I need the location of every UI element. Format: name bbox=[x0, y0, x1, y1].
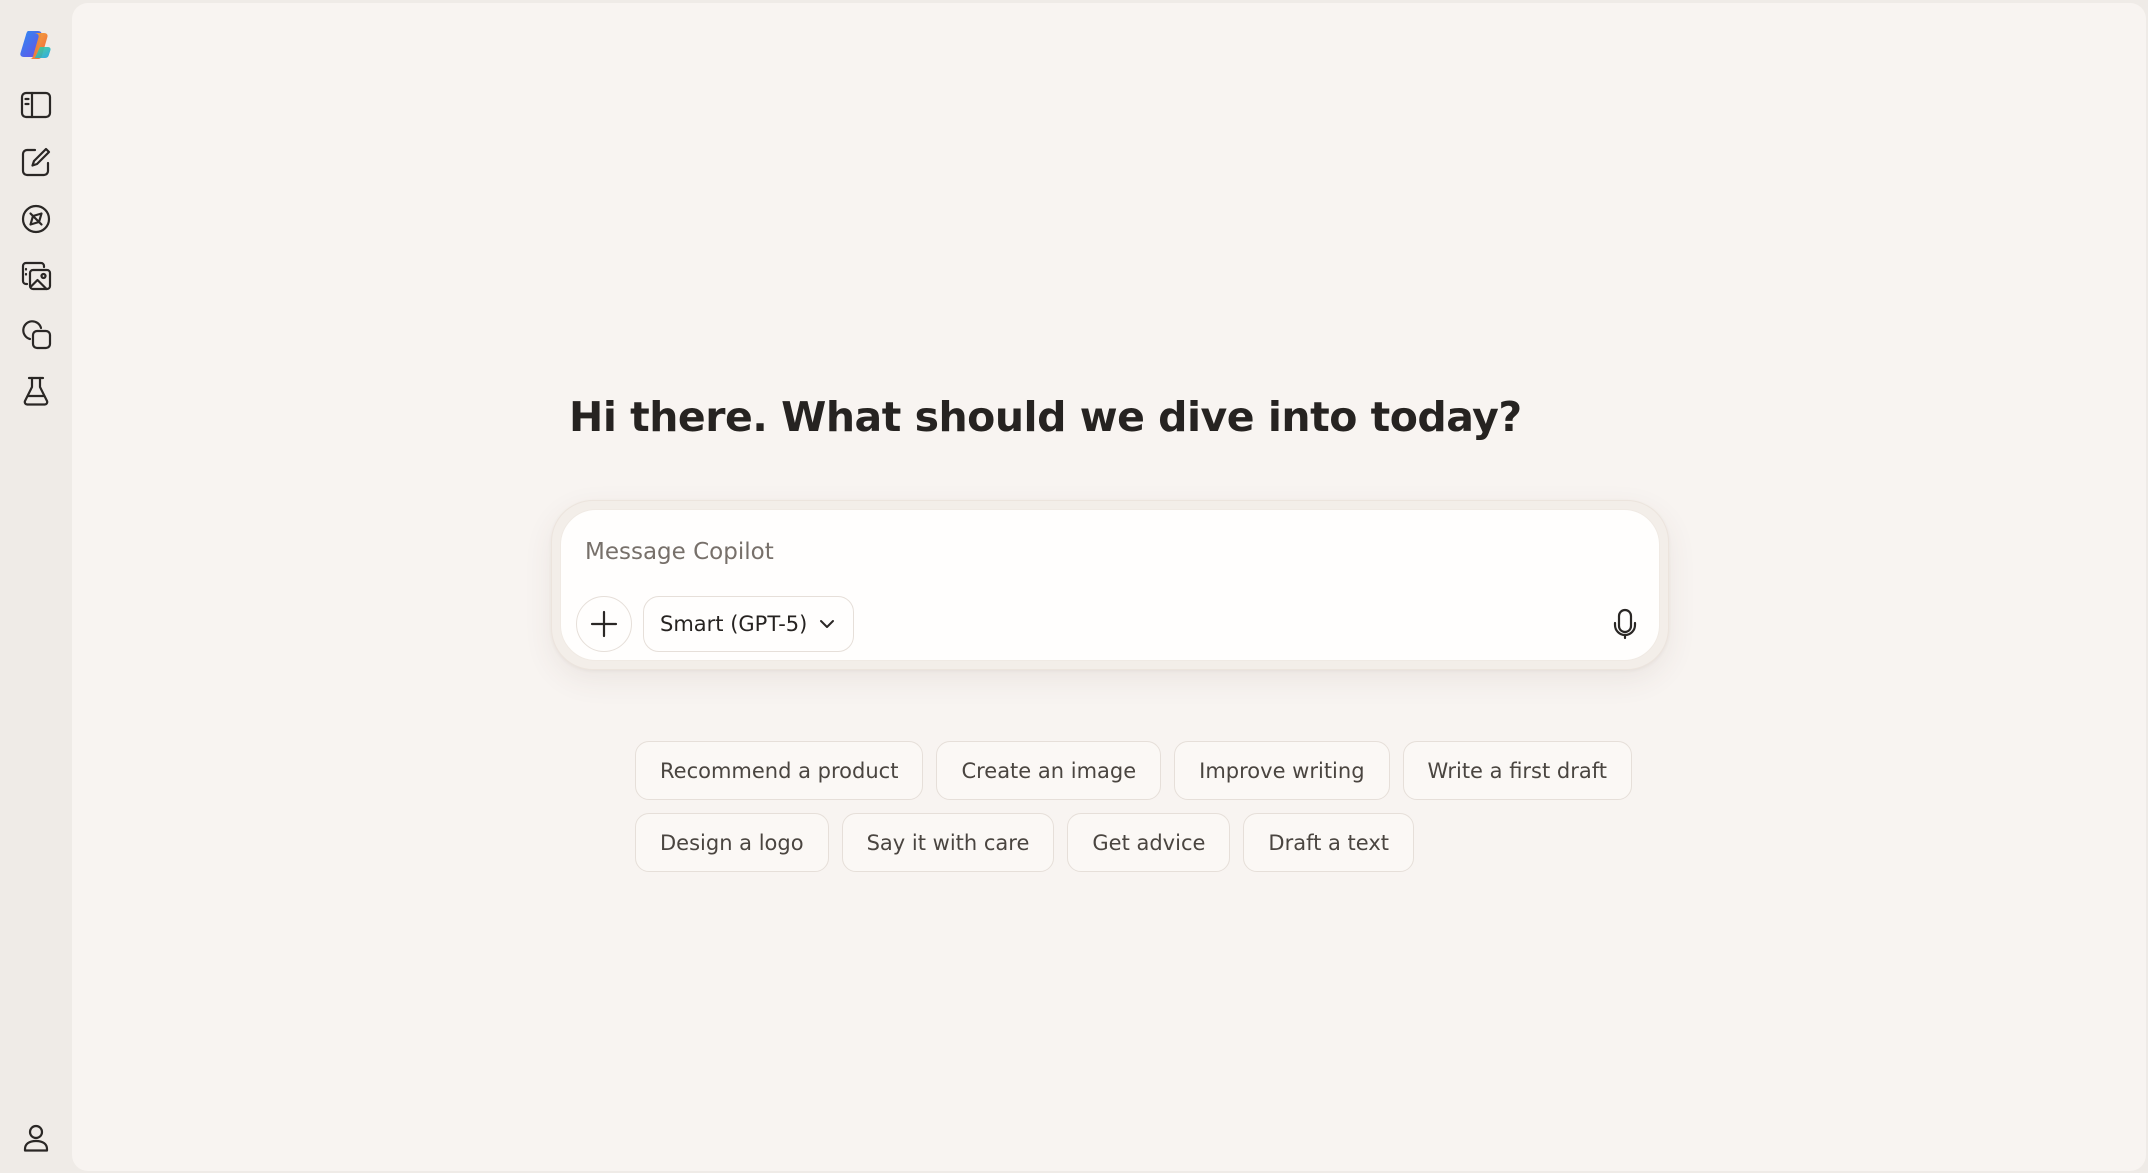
suggestions-row-2: Design a logo Say it with care Get advic… bbox=[635, 813, 1415, 872]
suggestion-chip-improve-writing[interactable]: Improve writing bbox=[1174, 741, 1390, 800]
chevron-down-icon bbox=[820, 620, 835, 628]
sidebar-item-pages[interactable] bbox=[12, 310, 60, 358]
suggestion-chip-design-logo[interactable]: Design a logo bbox=[635, 813, 829, 872]
sidebar-item-imagine[interactable] bbox=[12, 252, 60, 300]
flask-icon bbox=[23, 376, 49, 406]
copilot-logo-icon[interactable] bbox=[12, 21, 60, 69]
main-panel: Hi there. What should we dive into today… bbox=[72, 3, 2146, 1171]
suggestion-chip-write-first-draft[interactable]: Write a first draft bbox=[1402, 741, 1632, 800]
attach-button[interactable] bbox=[576, 596, 632, 652]
suggestion-chip-say-it-with-care[interactable]: Say it with care bbox=[841, 813, 1055, 872]
copilot-app: Hi there. What should we dive into today… bbox=[0, 0, 2148, 1173]
suggestion-chip-create-image[interactable]: Create an image bbox=[936, 741, 1162, 800]
pages-icon bbox=[22, 320, 52, 350]
profile-button[interactable] bbox=[12, 1114, 60, 1162]
sidebar-item-labs[interactable] bbox=[12, 367, 60, 415]
user-icon bbox=[23, 1124, 49, 1152]
sidebar-item-new-chat[interactable] bbox=[12, 138, 60, 186]
sidebar-item-toggle-sidebar[interactable] bbox=[12, 81, 60, 129]
sidebar-panel-icon bbox=[20, 91, 52, 119]
composer: Smart (GPT-5) bbox=[560, 509, 1660, 661]
microphone-button[interactable] bbox=[1601, 600, 1649, 648]
compass-icon bbox=[21, 204, 51, 234]
compose-icon bbox=[21, 147, 51, 177]
suggestion-chip-get-advice[interactable]: Get advice bbox=[1067, 813, 1231, 872]
sidebar bbox=[0, 0, 72, 1173]
plus-icon bbox=[590, 610, 618, 638]
message-input[interactable] bbox=[585, 532, 1625, 572]
image-gallery-icon bbox=[21, 261, 52, 291]
greeting-heading: Hi there. What should we dive into today… bbox=[569, 393, 1522, 441]
model-selector-label: Smart (GPT-5) bbox=[660, 612, 808, 636]
suggestions-row-1: Recommend a product Create an image Impr… bbox=[635, 741, 1632, 800]
model-selector[interactable]: Smart (GPT-5) bbox=[643, 596, 855, 652]
suggestion-chip-draft-text[interactable]: Draft a text bbox=[1243, 813, 1415, 872]
composer-container: Smart (GPT-5) bbox=[551, 500, 1669, 670]
sidebar-item-discover[interactable] bbox=[12, 195, 60, 243]
suggestion-chip-recommend-product[interactable]: Recommend a product bbox=[635, 741, 924, 800]
microphone-icon bbox=[1613, 608, 1637, 640]
